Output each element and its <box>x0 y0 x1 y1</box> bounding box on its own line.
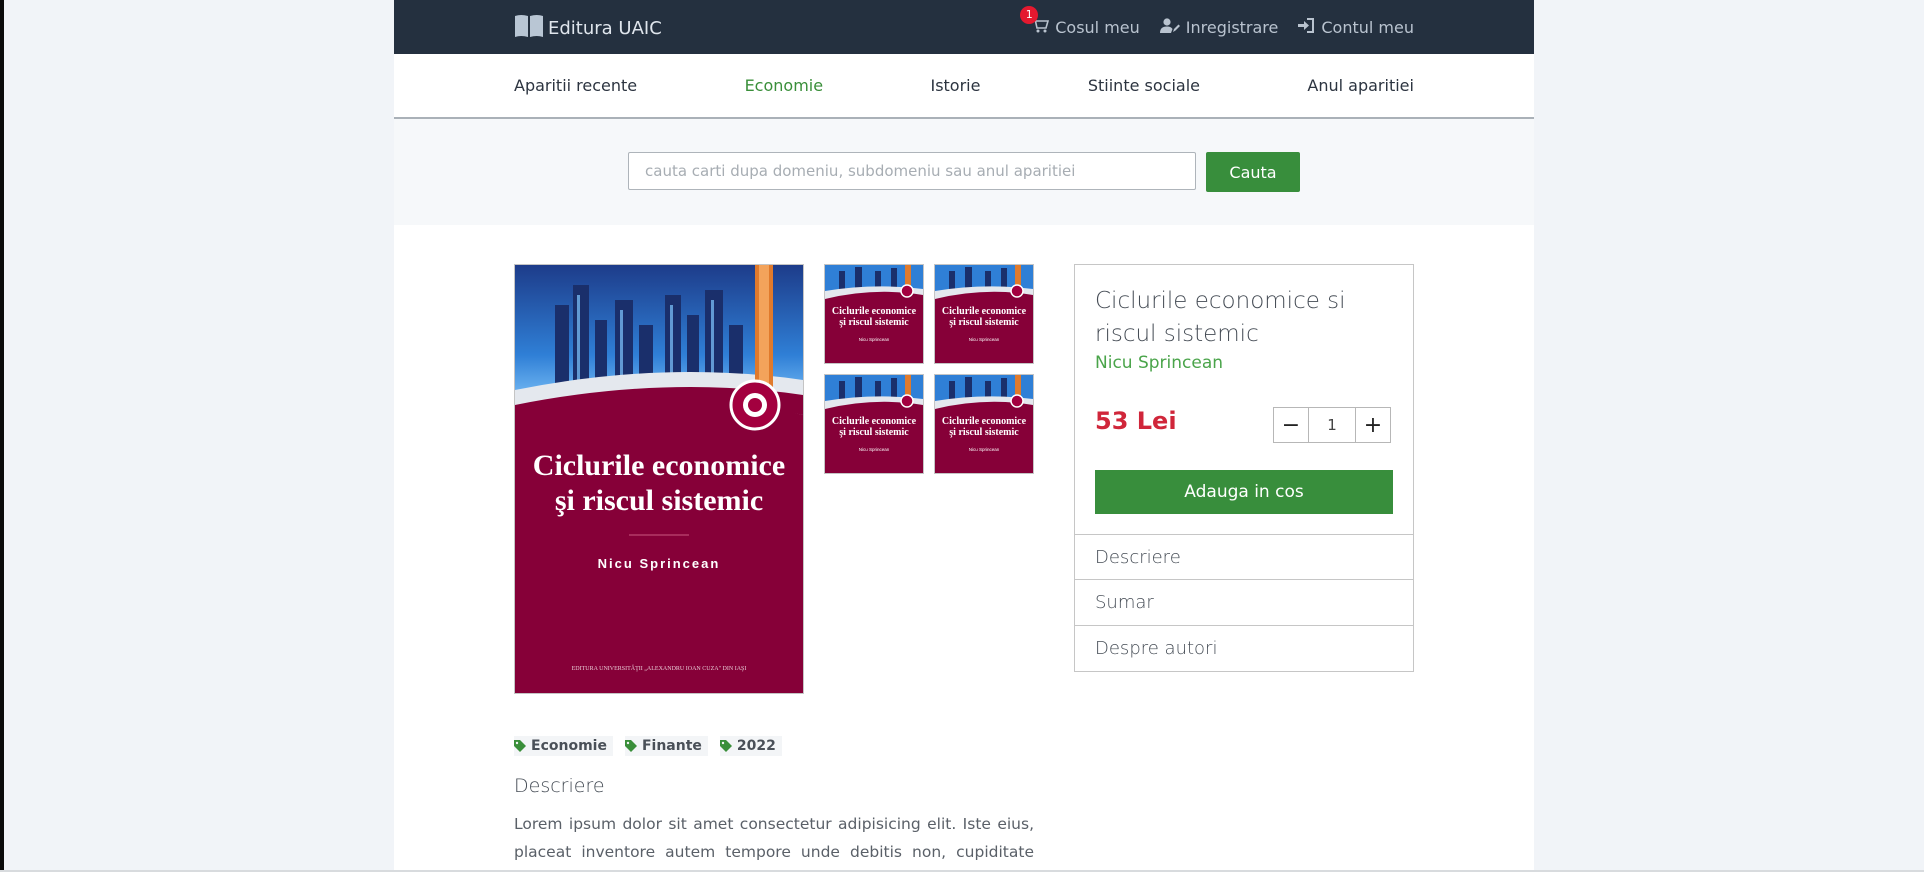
account-link[interactable]: Contul meu <box>1298 17 1414 37</box>
thumb-title-2: şi riscul sistemic <box>839 317 909 328</box>
thumb-author: Nicu Sprincean <box>859 447 890 452</box>
product-accordion: Descriere Sumar Despre autori <box>1075 534 1413 671</box>
tag-label: Finante <box>641 738 702 754</box>
thumb-title-1: Ciclurile economice <box>942 416 1027 427</box>
accordion-sumar[interactable]: Sumar <box>1075 579 1413 625</box>
cart-label: Cosul meu <box>1055 17 1140 37</box>
category-istorie[interactable]: Istorie <box>930 76 980 95</box>
thumb-author: Nicu Sprincean <box>969 447 1000 452</box>
product-price: 53 Lei <box>1095 407 1177 435</box>
account-label: Contul meu <box>1321 17 1414 37</box>
cover-publisher: EDITURA UNIVERSITĂŢII „ALEXANDRU IOAN CU… <box>572 664 747 672</box>
thumb-author: Nicu Sprincean <box>969 337 1000 342</box>
page: Editura UAIC 1 Cosul meu Inregistrare Co… <box>394 0 1534 872</box>
cover-title-line2: şi riscul sistemic <box>555 484 763 517</box>
category-stiinte-sociale[interactable]: Stiinte sociale <box>1088 76 1200 95</box>
main-book-cover-image[interactable]: Ciclurile economice şi riscul sistemic N… <box>514 264 804 694</box>
category-nav: Aparitii recente Economie Istorie Stiint… <box>394 54 1534 119</box>
quantity-decrease-button[interactable]: − <box>1274 408 1308 442</box>
cart-count-badge: 1 <box>1020 5 1039 24</box>
thumb-title-2: şi riscul sistemic <box>949 427 1019 438</box>
accordion-despre-autori[interactable]: Despre autori <box>1075 625 1413 671</box>
description-heading: Descriere <box>514 775 605 797</box>
thumb-title-2: şi riscul sistemic <box>949 317 1019 328</box>
category-aparitii-recente[interactable]: Aparitii recente <box>514 76 637 95</box>
thumb-title-1: Ciclurile economice <box>832 416 917 427</box>
book-open-icon <box>514 14 548 43</box>
thumbnail-1[interactable]: Ciclurile economice şi riscul sistemic N… <box>824 264 924 364</box>
cart-link[interactable]: 1 Cosul meu <box>1020 5 1140 37</box>
quantity-input[interactable] <box>1308 408 1356 442</box>
category-economie[interactable]: Economie <box>745 76 824 95</box>
thumbnail-3[interactable]: Ciclurile economice şi riscul sistemic N… <box>824 374 924 474</box>
user-pen-icon <box>1159 17 1180 37</box>
tag-2022[interactable]: 2022 <box>719 736 782 756</box>
tag-list: Economie Finante 2022 <box>514 736 782 756</box>
tag-label: 2022 <box>736 738 776 754</box>
tag-finante[interactable]: Finante <box>624 736 708 756</box>
search-section: Cauta <box>394 119 1534 225</box>
quantity-stepper: − + <box>1273 407 1391 443</box>
tag-label: Economie <box>531 738 607 754</box>
tag-icon <box>624 740 637 752</box>
cover-title-line1: Ciclurile economice <box>533 449 785 482</box>
brand-name: Editura UAIC <box>548 18 662 39</box>
description-text: Lorem ipsum dolor sit amet consectetur a… <box>514 815 1034 872</box>
quantity-increase-button[interactable]: + <box>1356 408 1390 442</box>
thumb-author: Nicu Sprincean <box>859 337 890 342</box>
brand-logo[interactable]: Editura UAIC <box>514 14 662 43</box>
accordion-descriere[interactable]: Descriere <box>1075 534 1413 579</box>
product-title: Ciclurile economice si riscul sistemic <box>1095 288 1346 347</box>
tag-icon <box>719 740 732 752</box>
register-label: Inregistrare <box>1185 17 1279 37</box>
search-button[interactable]: Cauta <box>1206 152 1300 192</box>
product-author-link[interactable]: Nicu Sprincean <box>1095 353 1223 373</box>
top-links: 1 Cosul meu Inregistrare Contul meu <box>1020 0 1414 54</box>
thumb-title-2: şi riscul sistemic <box>839 427 909 438</box>
left-window-edge <box>0 0 4 872</box>
category-anul-aparitiei[interactable]: Anul aparitiei <box>1307 76 1414 95</box>
thumbnail-2[interactable]: Ciclurile economice şi riscul sistemic N… <box>934 264 1034 364</box>
register-link[interactable]: Inregistrare <box>1159 17 1279 37</box>
product-info-box: Ciclurile economice si riscul sistemic N… <box>1074 264 1414 672</box>
search-input[interactable] <box>628 152 1196 190</box>
add-to-cart-button[interactable]: Adauga in cos <box>1095 470 1393 514</box>
sign-in-icon <box>1298 17 1315 37</box>
thumbnail-4[interactable]: Ciclurile economice şi riscul sistemic N… <box>934 374 1034 474</box>
top-bar: Editura UAIC 1 Cosul meu Inregistrare Co… <box>394 0 1534 54</box>
tag-economie[interactable]: Economie <box>514 736 613 756</box>
thumb-title-1: Ciclurile economice <box>832 306 917 317</box>
cover-author: Nicu Sprincean <box>598 556 721 571</box>
thumb-title-1: Ciclurile economice <box>942 306 1027 317</box>
tag-icon <box>514 740 526 752</box>
